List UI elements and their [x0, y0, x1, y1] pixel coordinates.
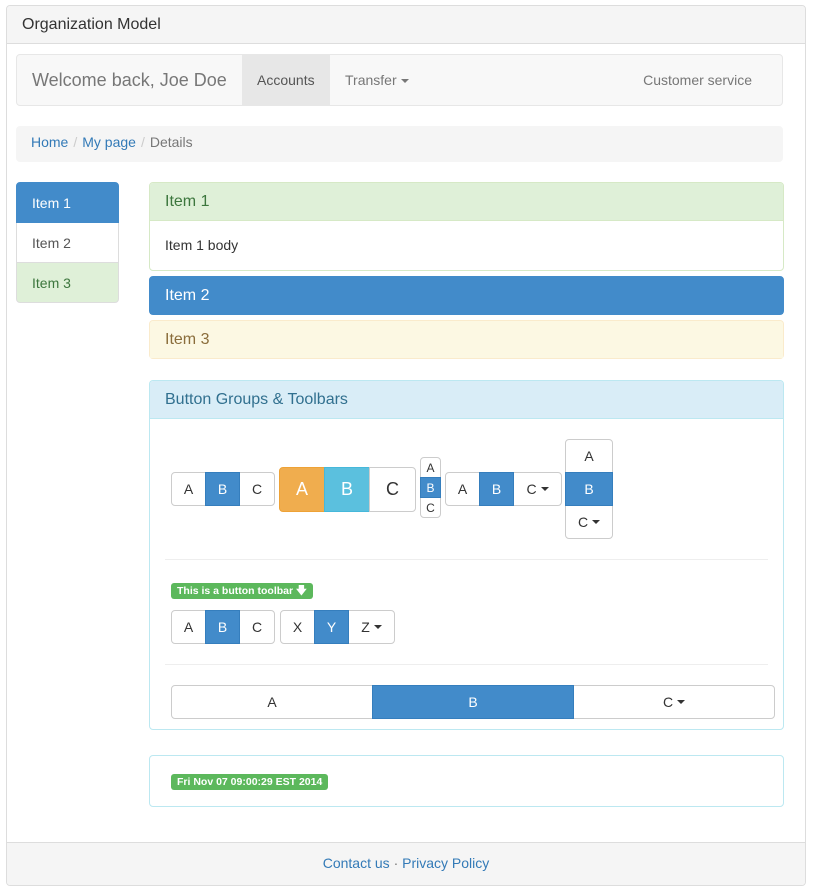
contact-us-link[interactable]: Contact us: [323, 855, 390, 871]
group3-button-a[interactable]: A: [420, 457, 441, 478]
accordion-item-3-header[interactable]: Item 3: [150, 321, 783, 358]
navbar: Welcome back, Joe Doe Accounts Transfer …: [16, 54, 783, 106]
accordion-item-2: Item 2: [149, 276, 784, 315]
toolbar-group-2: X Y Z: [280, 610, 395, 644]
accordion-item-1-body: Item 1 body: [165, 237, 239, 253]
accordion-item-1: Item 1 Item 1 body: [149, 182, 784, 271]
privacy-policy-link[interactable]: Privacy Policy: [402, 855, 489, 871]
caret-down-icon: [592, 520, 601, 524]
toolbar-button-z-label: Z: [361, 619, 370, 635]
toolbar-button-y[interactable]: Y: [314, 610, 349, 644]
group2-button-b[interactable]: B: [324, 467, 370, 512]
button-group-4-dropdown: A B C: [445, 472, 562, 506]
sidebar-item-2[interactable]: Item 2: [16, 222, 119, 263]
caret-down-icon: [373, 625, 382, 629]
button-group-5-vertical: A B C: [565, 439, 613, 539]
group3-button-c[interactable]: C: [420, 497, 441, 518]
group4-button-b[interactable]: B: [479, 472, 514, 506]
justified-button-c-label: C: [662, 694, 674, 710]
group4-button-c-label: C: [526, 481, 537, 497]
group4-dropdown-c[interactable]: C: [513, 472, 562, 506]
caret-down-icon: [400, 79, 409, 84]
sidebar-item-1[interactable]: Item 1: [16, 182, 119, 223]
group4-button-a[interactable]: A: [445, 472, 480, 506]
nav-accounts[interactable]: Accounts: [242, 55, 330, 105]
toolbar-button-b[interactable]: B: [205, 610, 240, 644]
accordion-item-1-header[interactable]: Item 1: [150, 183, 783, 221]
breadcrumb-my-page[interactable]: My page: [82, 134, 136, 150]
group1-button-b[interactable]: B: [205, 472, 240, 506]
window-title: Organization Model: [7, 6, 805, 44]
breadcrumb-home[interactable]: Home: [31, 134, 68, 150]
justified-button-group: A B C: [171, 685, 775, 719]
arrow-down-icon: 🡇: [296, 585, 307, 597]
group2-button-c[interactable]: C: [369, 467, 416, 512]
toolbar-dropdown-z[interactable]: Z: [348, 610, 395, 644]
group5-button-a[interactable]: A: [565, 439, 613, 473]
divider: [165, 664, 768, 665]
breadcrumb: Home / My page / Details: [16, 126, 783, 162]
justified-dropdown-c[interactable]: C: [573, 685, 775, 719]
toolbar-group-1: A B C: [171, 610, 275, 644]
breadcrumb-current: Details: [149, 134, 193, 150]
button-group-3-vertical-small: A B C: [420, 457, 441, 518]
button-group-2-large: A B C: [279, 467, 416, 512]
timestamp-label: Fri Nov 07 09:00:29 EST 2014: [171, 774, 329, 790]
group1-button-a[interactable]: A: [171, 472, 206, 506]
justified-button-b[interactable]: B: [372, 685, 574, 719]
toolbar-button-a[interactable]: A: [171, 610, 206, 644]
nav-transfer-dropdown[interactable]: Transfer: [330, 55, 424, 105]
breadcrumb-separator: /: [73, 134, 78, 150]
group5-dropdown-c[interactable]: C: [565, 505, 613, 539]
group5-button-b[interactable]: B: [565, 472, 613, 506]
toolbar-button-c[interactable]: C: [239, 610, 275, 644]
button-groups-panel: Button Groups & Toolbars: [149, 380, 784, 730]
nav-customer-service[interactable]: Customer service: [628, 55, 767, 105]
toolbar-label: This is a button toolbar 🡇: [171, 583, 313, 599]
toolbar-button-x[interactable]: X: [280, 610, 315, 644]
group1-button-c[interactable]: C: [239, 472, 275, 506]
group2-button-a[interactable]: A: [279, 467, 325, 512]
sidebar-list: Item 1 Item 2 Item 3: [16, 182, 119, 303]
footer: Contact us · Privacy Policy: [7, 842, 805, 885]
caret-down-icon: [540, 487, 549, 491]
justified-button-a[interactable]: A: [171, 685, 373, 719]
button-group-1: A B C: [171, 472, 275, 506]
breadcrumb-separator: /: [140, 134, 145, 150]
nav-transfer-label: Transfer: [345, 72, 397, 88]
footer-separator: ·: [393, 855, 399, 871]
accordion-item-2-header[interactable]: Item 2: [150, 277, 783, 314]
accordion-item-3: Item 3: [149, 320, 784, 359]
group3-button-b[interactable]: B: [420, 477, 441, 498]
group5-button-c-label: C: [577, 514, 589, 530]
button-groups-panel-title: Button Groups & Toolbars: [150, 381, 783, 419]
divider: [165, 559, 768, 560]
navbar-brand[interactable]: Welcome back, Joe Doe: [32, 55, 227, 105]
sidebar-item-3[interactable]: Item 3: [16, 262, 119, 303]
caret-down-icon: [677, 700, 686, 704]
toolbar-label-text: This is a button toolbar: [177, 585, 294, 597]
